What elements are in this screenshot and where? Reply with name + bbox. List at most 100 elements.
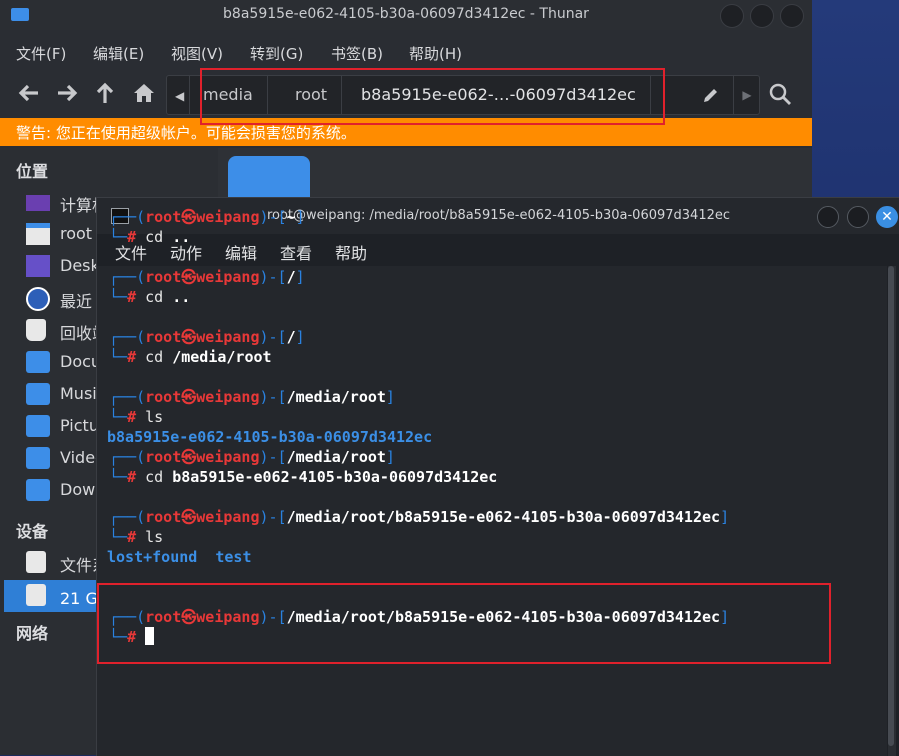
devices-header: 设备 xyxy=(16,522,49,541)
prompt-at-icon: ㉿ xyxy=(181,268,197,286)
prompt-corner: └─ xyxy=(109,408,128,426)
search-icon[interactable] xyxy=(768,82,792,106)
terminal-minimize-button[interactable] xyxy=(817,206,839,228)
desktop-icon xyxy=(26,255,50,277)
prompt-bracket: ] xyxy=(385,388,395,406)
prompt-line: ┌──(root㉿weipang)-[/] xyxy=(109,267,305,287)
forward-arrow-icon[interactable] xyxy=(54,80,80,106)
prompt-bracket: ┌──( xyxy=(109,208,146,226)
back-arrow-icon[interactable] xyxy=(16,80,42,106)
prompt-bracket: ] xyxy=(295,208,305,226)
folder-icon[interactable] xyxy=(228,156,310,202)
highlight-path-box xyxy=(200,68,665,125)
prompt-bracket: ┌──( xyxy=(109,328,146,346)
prompt-dir: /media/root xyxy=(286,448,386,466)
prompt-line: ┌──(root㉿weipang)-[/media/root/b8a5915e-… xyxy=(109,507,729,527)
menu-edit[interactable]: 编辑(E) xyxy=(93,43,144,64)
command-arg: .. xyxy=(172,228,191,246)
menu-file[interactable]: 文件(F) xyxy=(16,43,66,64)
prompt-user: root xyxy=(145,448,182,466)
edit-pencil-icon[interactable] xyxy=(701,85,721,105)
terminal-output[interactable]: ┌──(root㉿weipang)-[~] └─# cd .. ┌──(root㉿w… xyxy=(97,208,887,756)
prompt-hash: # xyxy=(127,468,146,486)
command-arg: .. xyxy=(172,288,191,306)
prompt-hash: # xyxy=(127,228,146,246)
drive-icon xyxy=(26,584,46,606)
documents-folder-icon xyxy=(26,351,50,373)
command-arg: b8a5915e-e062-4105-b30a-06097d3412ec xyxy=(172,468,498,486)
prompt-bracket: ] xyxy=(385,448,395,466)
highlight-ls-output xyxy=(97,583,831,664)
home-folder-icon xyxy=(26,223,50,245)
command-name: cd xyxy=(145,468,164,486)
prompt-bracket: ] xyxy=(720,508,730,526)
path-scroll-left[interactable]: ◀ xyxy=(167,76,190,114)
prompt-dir: /media/root xyxy=(286,388,386,406)
prompt-host: weipang xyxy=(196,448,260,466)
root-warning-text: 警告: 您正在使用超级帐户。可能会损害您的系统。 xyxy=(16,124,356,142)
terminal-close-button[interactable]: ✕ xyxy=(876,206,898,228)
prompt-bracket: )-[ xyxy=(259,328,287,346)
prompt-corner: └─ xyxy=(109,468,128,486)
prompt-at-icon: ㉿ xyxy=(181,508,197,526)
prompt-host: weipang xyxy=(196,268,260,286)
prompt-line: ┌──(root㉿weipang)-[/media/root] xyxy=(109,447,395,467)
prompt-user: root xyxy=(145,208,182,226)
prompt-host: weipang xyxy=(196,208,260,226)
minimize-button[interactable] xyxy=(720,4,744,28)
terminal-maximize-button[interactable] xyxy=(847,206,869,228)
command-output: lost+found test xyxy=(107,548,252,566)
prompt-hash: # xyxy=(127,528,146,546)
command-line: └─# cd /media/root xyxy=(109,347,272,367)
trash-icon xyxy=(26,319,46,341)
terminal-menu-view[interactable]: 查看 xyxy=(280,240,312,264)
terminal-scroll-thumb[interactable] xyxy=(888,266,894,746)
prompt-dir: ~ xyxy=(286,208,296,226)
command-line: └─# cd .. xyxy=(109,227,190,247)
network-header: 网络 xyxy=(16,624,49,643)
prompt-bracket: ┌──( xyxy=(109,508,146,526)
command-name: cd xyxy=(145,228,164,246)
clock-icon xyxy=(26,287,50,311)
prompt-hash: # xyxy=(127,408,146,426)
menu-bookmarks[interactable]: 书签(B) xyxy=(331,43,383,64)
prompt-at-icon: ㉿ xyxy=(181,328,197,346)
menu-help[interactable]: 帮助(H) xyxy=(409,43,462,64)
prompt-user: root xyxy=(145,508,182,526)
path-scroll-right[interactable]: ▶ xyxy=(733,76,760,114)
menu-go[interactable]: 转到(G) xyxy=(250,43,303,64)
terminal-menu-edit[interactable]: 编辑 xyxy=(225,240,257,264)
prompt-hash: # xyxy=(127,288,146,306)
prompt-at-icon: ㉿ xyxy=(181,388,197,406)
prompt-bracket: ┌──( xyxy=(109,388,146,406)
terminal-menu-help[interactable]: 帮助 xyxy=(335,240,367,264)
command-line: └─# ls xyxy=(109,527,163,547)
prompt-user: root xyxy=(145,268,182,286)
prompt-host: weipang xyxy=(196,508,260,526)
prompt-user: root xyxy=(145,328,182,346)
computer-icon xyxy=(26,195,50,211)
home-icon[interactable] xyxy=(131,80,157,106)
prompt-bracket: )-[ xyxy=(259,448,287,466)
command-name: cd xyxy=(145,348,164,366)
prompt-at-icon: ㉿ xyxy=(181,448,197,466)
prompt-bracket: )-[ xyxy=(259,388,287,406)
command-name: ls xyxy=(145,408,164,426)
up-arrow-icon[interactable] xyxy=(92,80,118,106)
close-button[interactable] xyxy=(780,4,804,28)
thunar-titlebar: b8a5915e-e062-4105-b30a-06097d3412ec - T… xyxy=(0,0,812,30)
prompt-bracket: ] xyxy=(295,328,305,346)
prompt-at-icon: ㉿ xyxy=(181,208,197,226)
prompt-corner: └─ xyxy=(109,348,128,366)
prompt-hash: # xyxy=(127,348,146,366)
terminal-window: root@weipang: /media/root/b8a5915e-e062-… xyxy=(96,197,899,756)
maximize-button[interactable] xyxy=(750,4,774,28)
pictures-folder-icon xyxy=(26,415,50,437)
prompt-user: root xyxy=(145,388,182,406)
prompt-bracket: )-[ xyxy=(259,208,287,226)
prompt-bracket: )-[ xyxy=(259,508,287,526)
menu-view[interactable]: 视图(V) xyxy=(171,43,223,64)
places-header: 位置 xyxy=(16,162,49,181)
prompt-bracket: ] xyxy=(295,268,305,286)
command-line: └─# cd b8a5915e-e062-4105-b30a-06097d341… xyxy=(109,467,497,487)
